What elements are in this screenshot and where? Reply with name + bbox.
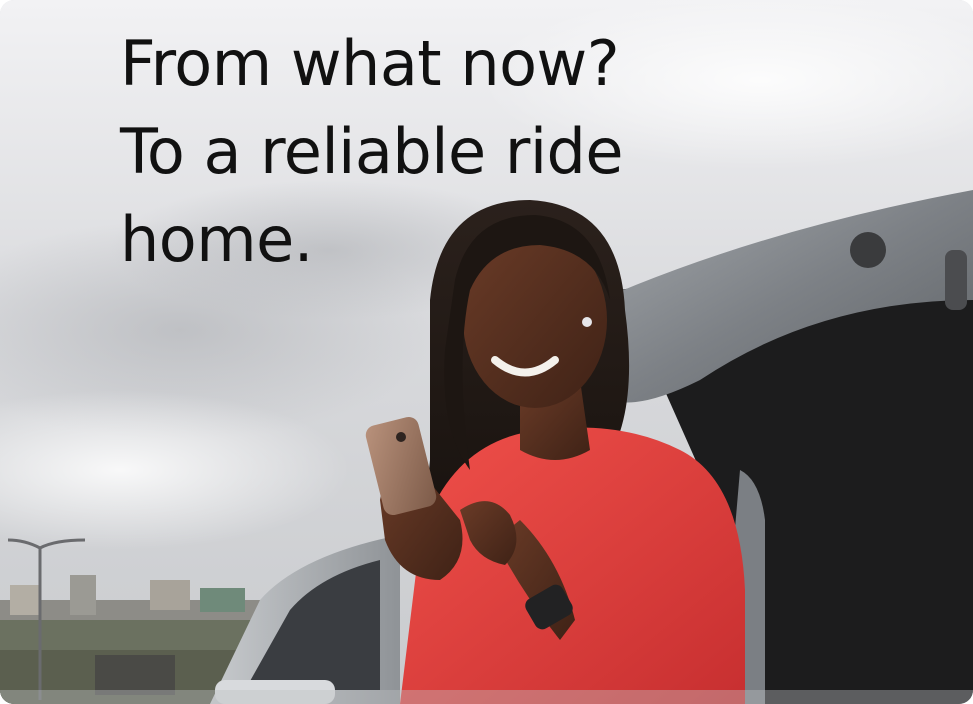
headline: From what now? To a reliable ride home. (120, 20, 760, 284)
lid-latch (850, 232, 886, 268)
lid-strut (945, 250, 967, 310)
headline-line-1: From what now? (120, 27, 620, 100)
earring (582, 317, 592, 327)
headline-line-2: To a reliable ride (120, 115, 624, 188)
ad-card: From what now? To a reliable ride home. (0, 0, 973, 704)
headline-line-3: home. (120, 203, 313, 276)
bottom-edge (0, 690, 973, 704)
phone-camera (396, 432, 406, 442)
